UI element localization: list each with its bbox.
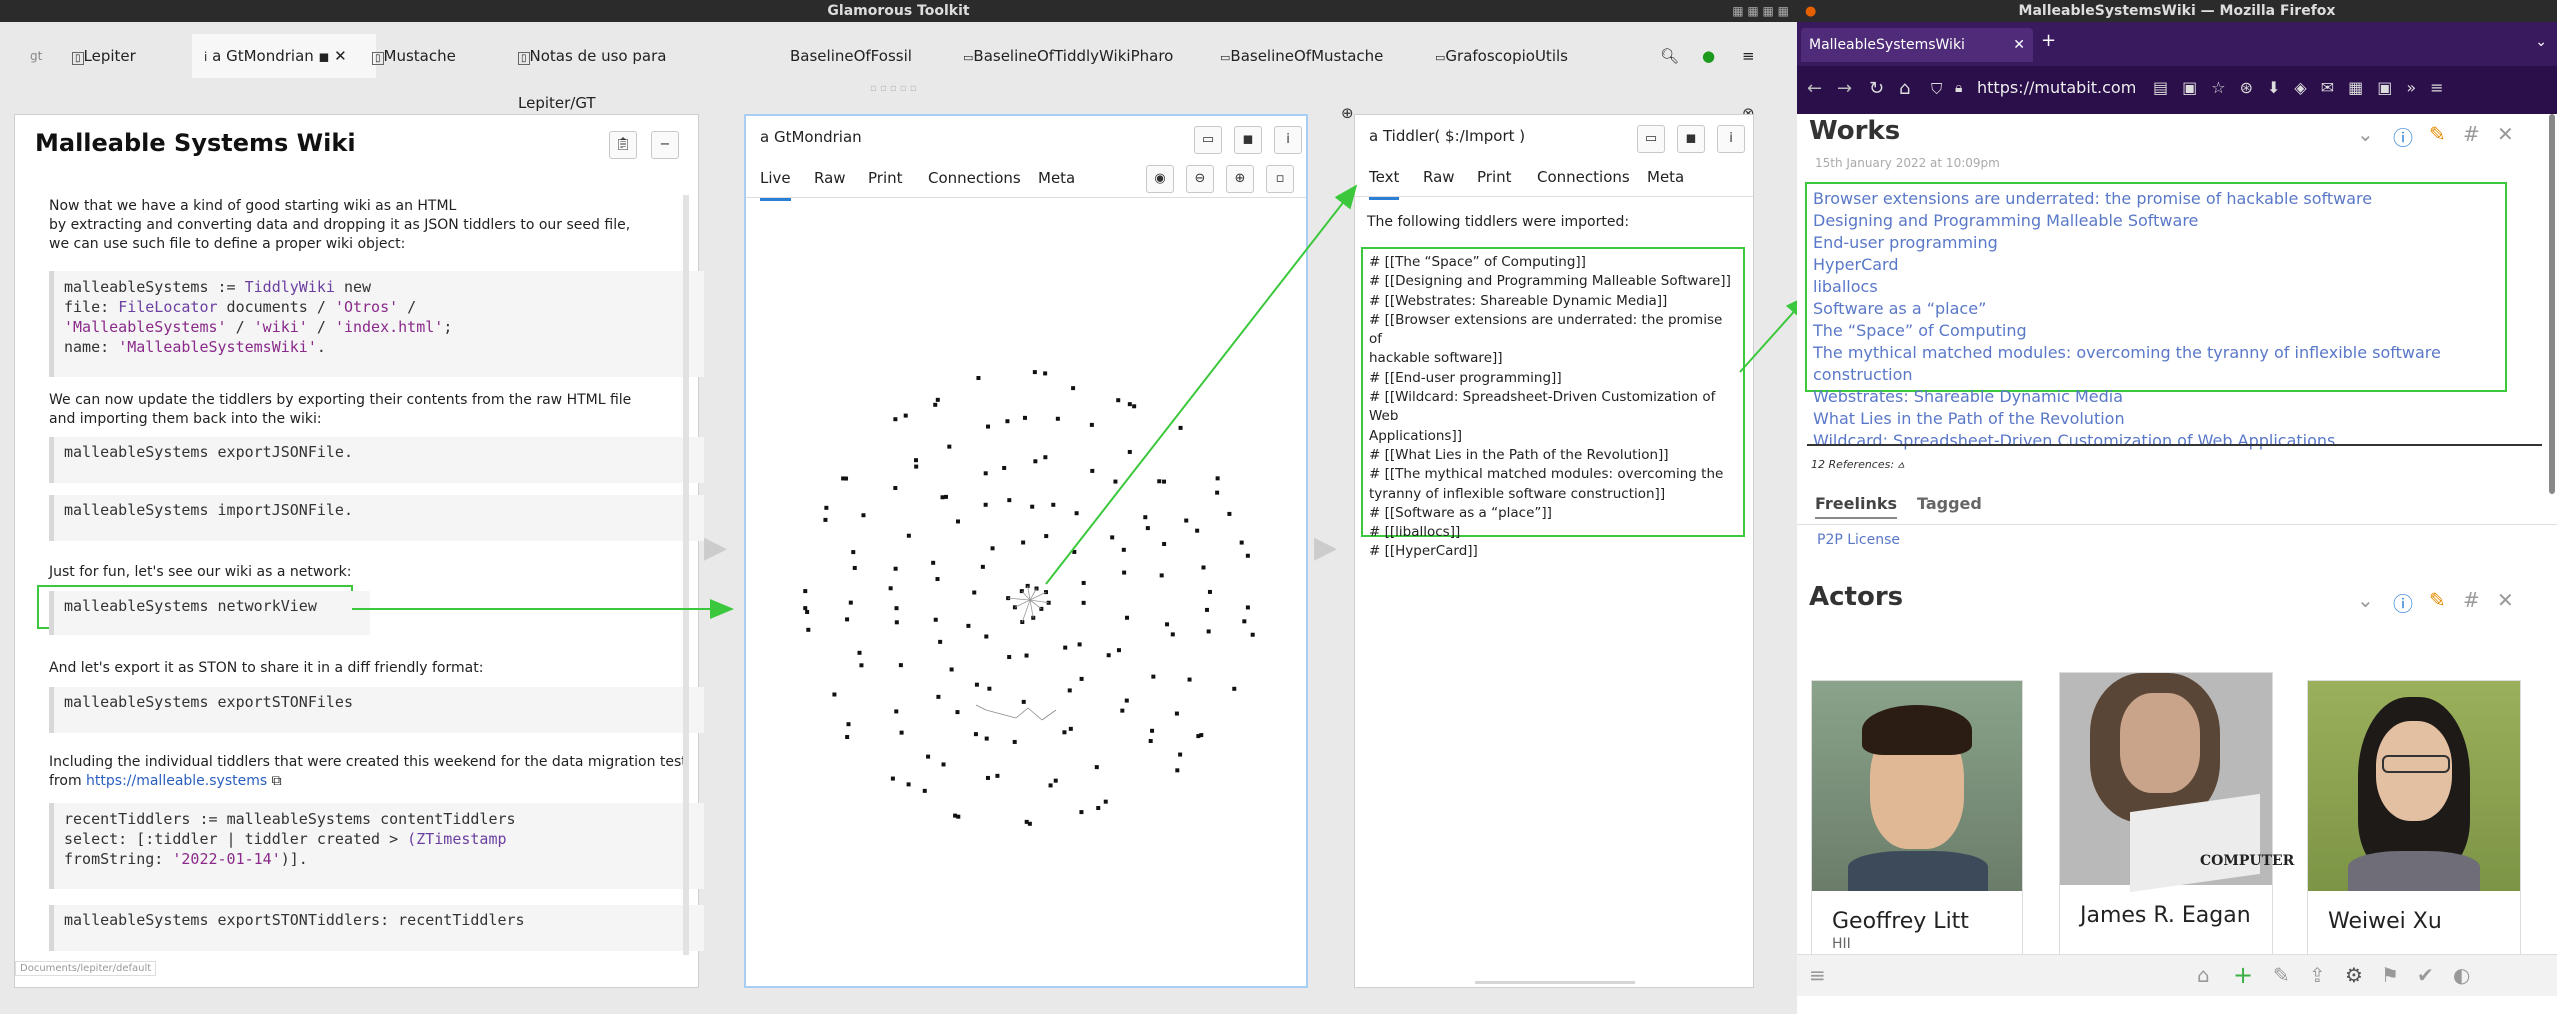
works-title: Works xyxy=(1809,116,1901,146)
gt-window: Glamorous Toolkit ▦ ▦ ▦ ▦ gt ▯ Lepiter i … xyxy=(0,0,1797,1014)
back-icon[interactable]: ← xyxy=(1807,78,1822,99)
tab-list-icon[interactable]: ⌄ xyxy=(2535,34,2547,50)
forward-icon[interactable]: → xyxy=(1837,78,1852,99)
avatar-3 xyxy=(2308,681,2520,891)
arrow-to-firefox xyxy=(1739,294,1797,373)
actors-title: Actors xyxy=(1809,582,1904,612)
close-icon[interactable]: ✕ xyxy=(2497,122,2514,146)
sort-icon[interactable]: ⩟ xyxy=(1898,458,1905,471)
tab-close-icon-ff[interactable]: ✕ xyxy=(2013,28,2025,62)
chevron-down-icon-2[interactable]: ⌄ xyxy=(2357,588,2374,612)
tabs-rule xyxy=(1797,524,2557,525)
reload-icon[interactable]: ↻ xyxy=(1869,78,1884,99)
book-cover-text: COMPUTER xyxy=(2200,853,2295,869)
export-icon[interactable]: ⇪ xyxy=(2309,963,2326,987)
actor-name-2: James R. Eagan xyxy=(2080,903,2251,928)
works-date: 15th January 2022 at 10:09pm xyxy=(1815,156,2000,170)
actor-name: Geoffrey Litt xyxy=(1832,909,1969,934)
works-list: Browser extensions are underrated: the p… xyxy=(1805,182,2507,450)
work-link[interactable]: End-user programming xyxy=(1813,232,2499,254)
info-icon-tw[interactable]: ⓘ xyxy=(2393,122,2413,151)
ff-title-bar: MalleableSystemsWiki — Mozilla Firefox xyxy=(1797,0,2557,22)
menu-icon-tw[interactable]: ≡ xyxy=(1809,963,1826,987)
works-toolbar: ⌄ ⓘ ✎ # ✕ xyxy=(2357,122,2547,150)
toolbar-icons[interactable]: ▤▣☆⊛⬇◈✉▦▣»≡ xyxy=(2153,78,2458,97)
work-link[interactable]: Webstrates: Shareable Dynamic Media xyxy=(1813,386,2499,408)
actor-card-james[interactable]: COMPUTER James R. Eagan xyxy=(2059,672,2294,954)
ff-tab-bar: MalleableSystemsWiki ✕ + ⌄ xyxy=(1797,22,2557,66)
work-link[interactable]: HyperCard xyxy=(1813,254,2499,276)
info-icon-tw-2[interactable]: ⓘ xyxy=(2393,588,2413,617)
import-icon[interactable]: ✎ xyxy=(2273,963,2290,987)
settings-icon[interactable]: ⚙ xyxy=(2345,963,2363,987)
avatar-2: COMPUTER xyxy=(2060,673,2294,893)
check-icon[interactable]: ✔ xyxy=(2417,963,2434,987)
theme-icon[interactable]: ◐ xyxy=(2453,963,2470,987)
hash-icon[interactable]: # xyxy=(2463,122,2480,146)
page-scrollbar[interactable] xyxy=(2549,114,2555,494)
language-icon[interactable]: ⚑ xyxy=(2381,963,2399,987)
connector-arrows xyxy=(352,184,1797,619)
work-link[interactable]: Designing and Programming Malleable Soft… xyxy=(1813,210,2499,232)
tab-freelinks[interactable]: Freelinks xyxy=(1815,494,1898,519)
firefox-logo-icon: ● xyxy=(1805,4,1817,19)
arrow-to-tiddler xyxy=(1045,184,1358,585)
freelink-p2p[interactable]: P2P License xyxy=(1817,532,1900,548)
url-field[interactable]: https://mutabit.com xyxy=(1977,78,2136,97)
new-tiddler-icon[interactable]: + xyxy=(2233,961,2253,989)
work-link[interactable]: liballocs xyxy=(1813,276,2499,298)
ff-tab[interactable]: MalleableSystemsWiki ✕ xyxy=(1801,28,2033,62)
hash-icon-2[interactable]: # xyxy=(2463,588,2480,612)
actor-card-weiwei[interactable]: Weiwei Xu xyxy=(2307,680,2521,954)
divider xyxy=(1807,444,2542,446)
edit-icon[interactable]: ✎ xyxy=(2429,122,2446,146)
new-tab-icon[interactable]: + xyxy=(2041,30,2056,51)
actor-name-3: Weiwei Xu xyxy=(2328,909,2442,934)
home-icon-tw[interactable]: ⌂ xyxy=(2197,963,2210,987)
home-icon[interactable]: ⌂ xyxy=(1899,78,1910,99)
actors-toolbar: ⌄ ⓘ ✎ # ✕ xyxy=(2357,588,2547,616)
work-link[interactable]: Browser extensions are underrated: the p… xyxy=(1813,188,2499,210)
tiddlywiki-story: Works ⌄ ⓘ ✎ # ✕ 15th January 2022 at 10:… xyxy=(1797,114,2557,954)
avatar xyxy=(1812,681,2022,891)
work-link[interactable]: Software as a “place” xyxy=(1813,298,2499,320)
actor-sub: HII xyxy=(1832,936,1851,952)
actor-card-geoffrey[interactable]: Geoffrey Litt HII xyxy=(1811,680,2023,954)
lock-icon: 🔒︎ xyxy=(1955,80,1963,96)
work-link[interactable]: Wildcard: Spreadsheet-Driven Customizati… xyxy=(1813,430,2499,452)
close-icon-2[interactable]: ✕ xyxy=(2497,588,2514,612)
work-link[interactable]: The “Space” of Computing xyxy=(1813,320,2499,342)
work-link[interactable]: The mythical matched modules: overcoming… xyxy=(1813,342,2499,386)
tab-tagged[interactable]: Tagged xyxy=(1917,494,1982,513)
references-count: 12 References: ⩟ xyxy=(1811,458,1905,471)
tw-bottom-toolbar: ≡ ⌂ + ✎ ⇪ ⚙ ⚑ ✔ ◐ xyxy=(1797,954,2557,996)
work-link[interactable]: What Lies in the Path of the Revolution xyxy=(1813,408,2499,430)
ff-nav-bar: ← → ↻ ⌂ ⛉ 🔒︎ https://mutabit.com ▤▣☆⊛⬇◈✉… xyxy=(1797,66,2557,114)
chevron-down-icon[interactable]: ⌄ xyxy=(2357,122,2374,146)
shield-icon[interactable]: ⛉ xyxy=(1931,80,1942,98)
firefox-window: MalleableSystemsWiki — Mozilla Firefox ●… xyxy=(1797,0,2557,1014)
edit-icon-2[interactable]: ✎ xyxy=(2429,588,2446,612)
